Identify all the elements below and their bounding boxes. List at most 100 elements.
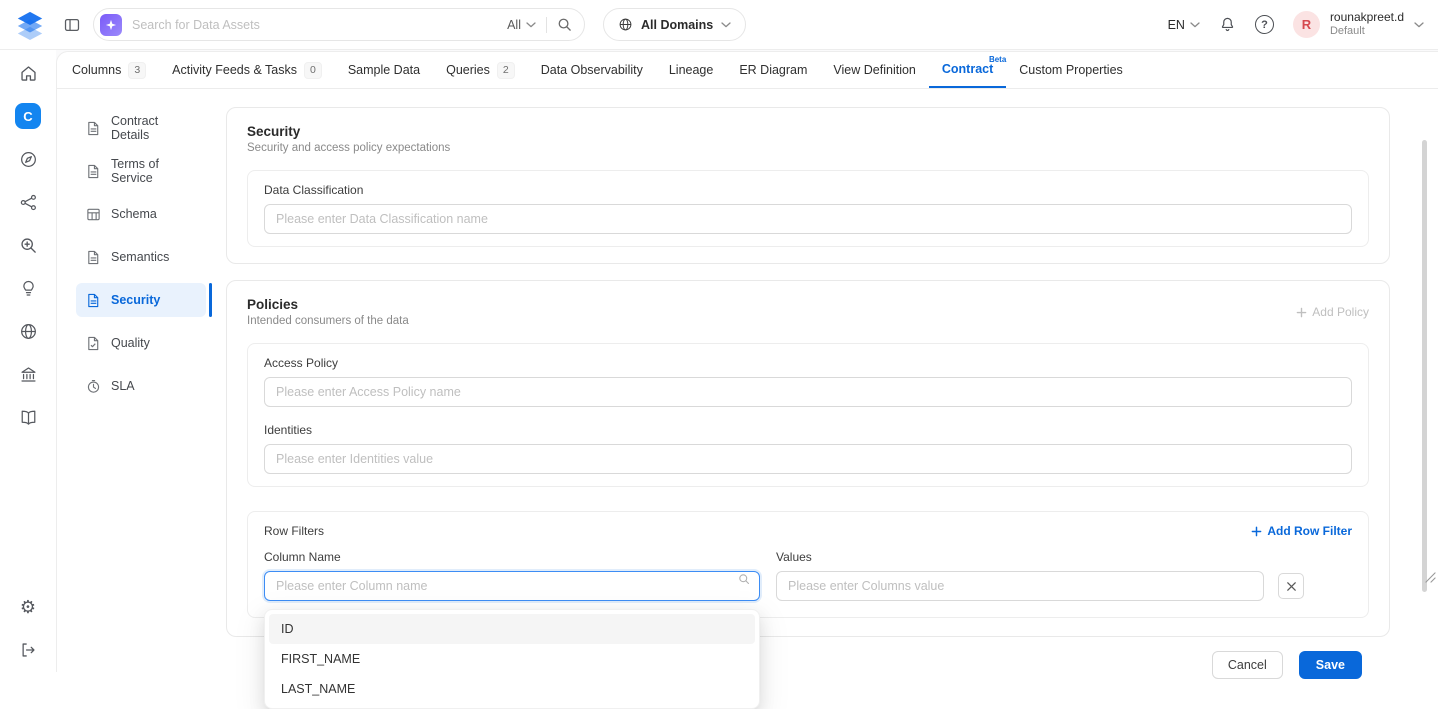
identities-input[interactable] [264,444,1352,474]
add-policy-label: Add Policy [1312,305,1369,319]
column-name-input[interactable] [264,571,760,601]
values-label: Values [776,550,1306,564]
access-policy-box: Access Policy Identities [247,343,1369,487]
classification-box: Data Classification [247,170,1369,247]
dropdown-option-id[interactable]: ID [269,614,755,644]
search-divider [546,17,547,33]
global-search-bar[interactable]: All [93,8,585,41]
section-title: Policies [247,297,409,312]
app-logo[interactable] [15,10,45,40]
values-field: Values [776,550,1306,601]
dropdown-option-first-name[interactable]: FIRST_NAME [269,644,755,674]
search-scope-dropdown[interactable]: All [507,18,536,32]
tab-columns[interactable]: Columns 3 [59,52,159,88]
user-name: rounakpreet.d [1330,10,1404,25]
nav-item-semantics[interactable]: Semantics [76,240,206,274]
column-options-dropdown: ID FIRST_NAME LAST_NAME [264,609,760,709]
nav-item-schema[interactable]: Schema [76,197,206,231]
nav-item-label: Security [111,293,160,307]
rail-item-governance[interactable] [12,358,44,390]
bell-icon [1219,16,1236,33]
rail-item-settings[interactable]: ⚙ [12,591,44,623]
vertical-scrollbar[interactable] [1422,140,1427,592]
search-input[interactable] [132,18,507,32]
question-icon: ? [1261,19,1268,31]
globe-icon [19,322,38,341]
compass-icon [19,150,38,169]
rail-item-domains[interactable] [12,315,44,347]
rail-item-explore[interactable] [12,143,44,175]
remove-row-filter-button[interactable] [1278,573,1304,599]
ai-assistant-button[interactable] [100,14,122,36]
access-policy-input[interactable] [264,377,1352,407]
tab-sample-data[interactable]: Sample Data [335,52,433,88]
entity-tab-bar: Columns 3 Activity Feeds & Tasks 0 Sampl… [57,52,1438,89]
add-policy-button[interactable]: Add Policy [1296,305,1369,319]
cancel-button[interactable]: Cancel [1212,651,1283,679]
data-classification-input[interactable] [264,204,1352,234]
tab-view-definition[interactable]: View Definition [820,52,928,88]
policies-card: Policies Intended consumers of the data … [226,280,1390,637]
nav-item-sla[interactable]: SLA [76,369,206,403]
language-dropdown[interactable]: EN [1168,18,1200,32]
tab-label: Lineage [669,63,714,77]
nav-item-quality[interactable]: Quality [76,326,206,360]
identities-group: Identities [264,423,1352,474]
rail-item-glossary[interactable] [12,401,44,433]
tab-queries[interactable]: Queries 2 [433,52,528,88]
rail-item-discovery[interactable] [12,229,44,261]
column-name-label: Column Name [264,550,760,564]
search-plus-icon [19,236,38,255]
policies-header: Policies Intended consumers of the data … [247,297,1369,327]
contract-section-nav: Contract Details Terms of Service Schema [76,107,206,672]
notifications-button[interactable] [1219,16,1236,33]
section-title: Security [247,124,1369,139]
add-row-filter-button[interactable]: Add Row Filter [1251,524,1352,538]
save-button[interactable]: Save [1299,651,1362,679]
rail-item-logout[interactable] [12,634,44,666]
tab-label: Columns [72,63,121,77]
sparkle-icon [105,19,117,31]
user-menu[interactable]: R rounakpreet.d Default [1293,10,1424,39]
tab-label: Activity Feeds & Tasks [172,63,297,77]
tab-custom-properties[interactable]: Custom Properties [1006,52,1136,88]
logo-icon [15,10,45,40]
tab-data-observability[interactable]: Data Observability [528,52,656,88]
app-header: All All Domains EN [0,0,1438,50]
sidebar-toggle-button[interactable] [63,16,81,34]
plus-icon [1251,526,1262,537]
domains-dropdown[interactable]: All Domains [603,8,746,41]
chevron-down-icon [721,22,731,28]
nav-item-security[interactable]: Security [76,283,206,317]
tab-label: ER Diagram [739,63,807,77]
section-subtitle: Security and access policy expectations [247,142,1369,154]
nav-item-contract-details[interactable]: Contract Details [76,111,206,145]
rail-item-collate-app[interactable]: C [12,100,44,132]
access-policy-label: Access Policy [264,356,1352,370]
tab-activity-feeds[interactable]: Activity Feeds & Tasks 0 [159,52,335,88]
lightbulb-icon [19,279,38,298]
book-icon [19,408,38,427]
rail-item-lineage[interactable] [12,186,44,218]
security-panel: Security Security and access policy expe… [226,107,1390,672]
globe-icon [618,17,633,32]
rail-item-home[interactable] [12,57,44,89]
resize-grip-icon[interactable] [1425,572,1436,583]
help-button[interactable]: ? [1255,15,1274,34]
security-card: Security Security and access policy expe… [226,107,1390,264]
nav-item-label: Semantics [111,250,169,264]
tab-contract[interactable]: Contract Beta [929,52,1006,88]
close-icon [1285,580,1298,593]
nav-item-terms-of-service[interactable]: Terms of Service [76,154,206,188]
search-submit-button[interactable] [557,17,572,32]
search-icon [557,17,572,32]
app-initial: C [23,109,32,124]
row-filters-label: Row Filters [264,524,324,538]
tab-er-diagram[interactable]: ER Diagram [726,52,820,88]
clock-icon [86,379,101,394]
values-input[interactable] [776,571,1264,601]
dropdown-option-last-name[interactable]: LAST_NAME [269,674,755,704]
rail-item-insights[interactable] [12,272,44,304]
tab-lineage[interactable]: Lineage [656,52,727,88]
beta-badge: Beta [989,55,1006,64]
